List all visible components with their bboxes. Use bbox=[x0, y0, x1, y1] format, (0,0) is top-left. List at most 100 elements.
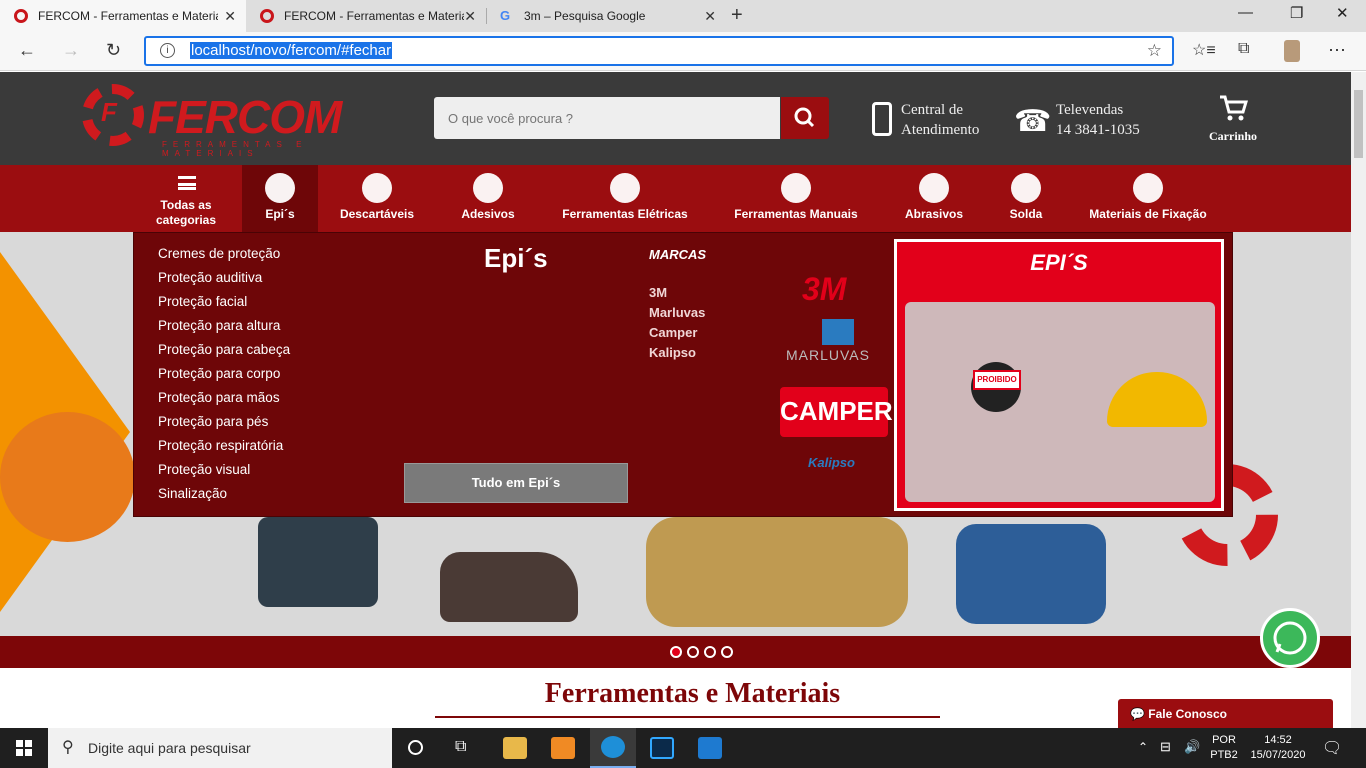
subcategory-link[interactable]: Proteção para mãos bbox=[158, 390, 280, 405]
subcategory-link[interactable]: Proteção para altura bbox=[158, 318, 280, 333]
kalipso-logo[interactable]: Kalipso bbox=[808, 455, 855, 470]
prohibited-sign: PROIBIDO bbox=[973, 370, 1021, 390]
subcategory-link[interactable]: Proteção visual bbox=[158, 462, 250, 477]
fercom-favicon-icon bbox=[14, 9, 28, 23]
brand-link[interactable]: 3M bbox=[649, 285, 667, 300]
notifications-icon[interactable]: 🗨 bbox=[1322, 738, 1342, 758]
search-icon: ⚲ bbox=[62, 739, 74, 756]
favorites-icon[interactable]: ☆≡ bbox=[1192, 40, 1216, 60]
taskbar-search[interactable]: ⚲ Digite aqui para pesquisar bbox=[48, 728, 392, 768]
profile-avatar[interactable] bbox=[1284, 40, 1300, 62]
edge-taskbar-item[interactable] bbox=[590, 728, 636, 768]
camper-logo[interactable]: CAMPER bbox=[780, 387, 893, 437]
page-scrollbar[interactable] bbox=[1351, 72, 1366, 728]
category-adesivos[interactable]: Adesivos bbox=[450, 165, 526, 232]
tab-title: FERCOM - Ferramentas e Materiais bbox=[38, 9, 218, 23]
volume-icon[interactable]: 🔊 bbox=[1184, 739, 1200, 755]
subcategory-link[interactable]: Proteção para pés bbox=[158, 414, 268, 429]
category-ferramentas-manuais[interactable]: Ferramentas Manuais bbox=[728, 165, 864, 232]
worker-legs-image bbox=[258, 517, 378, 607]
forward-icon[interactable]: → bbox=[62, 40, 80, 61]
back-icon[interactable]: ← bbox=[18, 40, 36, 61]
whatsapp-button[interactable] bbox=[1260, 608, 1320, 668]
vscode-icon[interactable] bbox=[698, 737, 722, 759]
tool-kit-image bbox=[646, 517, 908, 627]
all-categories-button[interactable]: Todas as categorias bbox=[150, 165, 222, 232]
minimize-icon[interactable]: — bbox=[1238, 4, 1253, 21]
new-tab-icon[interactable]: + bbox=[731, 4, 743, 27]
all-epis-button[interactable]: Tudo em Epi´s bbox=[404, 463, 628, 503]
tray-up-icon[interactable]: ⌃ bbox=[1138, 740, 1148, 754]
xampp-icon[interactable] bbox=[551, 737, 575, 759]
category-ferramentas-eletricas[interactable]: Ferramentas Elétricas bbox=[555, 165, 695, 232]
network-icon[interactable]: ⊟ bbox=[1160, 739, 1171, 755]
refresh-icon[interactable]: ↻ bbox=[106, 40, 121, 61]
tab-google[interactable]: G 3m – Pesquisa Google ✕ bbox=[486, 0, 726, 32]
epis-promo-image[interactable]: EPI´S PROIBIDO bbox=[894, 239, 1224, 511]
clock[interactable]: 14:52 15/07/2020 bbox=[1244, 733, 1312, 763]
subcategory-link[interactable]: Proteção respiratória bbox=[158, 438, 283, 453]
gear-logo-icon: F bbox=[82, 84, 144, 146]
category-descartaveis[interactable]: Descartáveis bbox=[330, 165, 424, 232]
fercom-logo[interactable]: F FERCOM FERRAMENTAS E MATERIAIS bbox=[82, 82, 402, 158]
address-bar[interactable]: i localhost/novo/fercom/#fechar ☆ bbox=[144, 36, 1174, 66]
brand-link[interactable]: Kalipso bbox=[649, 345, 696, 360]
close-tab-icon[interactable]: ✕ bbox=[704, 8, 716, 25]
subcategory-link[interactable]: Proteção para cabeça bbox=[158, 342, 290, 357]
subcategory-link[interactable]: Proteção facial bbox=[158, 294, 247, 309]
scrollbar-thumb[interactable] bbox=[1354, 90, 1363, 158]
welding-icon bbox=[1011, 173, 1041, 203]
cart-label: Carrinho bbox=[1209, 129, 1257, 143]
file-explorer-icon[interactable] bbox=[503, 737, 527, 759]
address-url[interactable]: localhost/novo/fercom/#fechar bbox=[190, 42, 393, 59]
category-solda[interactable]: Solda bbox=[996, 165, 1056, 232]
subcategory-link[interactable]: Proteção auditiva bbox=[158, 270, 262, 285]
logo-subtitle: FERRAMENTAS E MATERIAIS bbox=[162, 140, 308, 158]
cart-link[interactable]: Carrinho bbox=[1208, 94, 1258, 144]
category-abrasivos[interactable]: Abrasivos bbox=[896, 165, 972, 232]
marluvas-logo[interactable]: MARLUVAS bbox=[786, 347, 870, 363]
brand-link[interactable]: Marluvas bbox=[649, 305, 705, 320]
menu-icon bbox=[178, 176, 196, 190]
tab-fercom-1[interactable]: FERCOM - Ferramentas e Materiais ✕ bbox=[0, 0, 246, 32]
windows-taskbar: ⚲ Digite aqui para pesquisar ⧉ ⌃ ⊟ 🔊 POR… bbox=[0, 728, 1366, 768]
info-icon[interactable]: i bbox=[160, 43, 175, 58]
language-indicator[interactable]: POR PTB2 bbox=[1206, 733, 1242, 763]
category-epis[interactable]: Epi´s bbox=[242, 165, 318, 232]
mask-icon bbox=[362, 173, 392, 203]
carousel-dot[interactable] bbox=[670, 646, 682, 658]
dropdown-title: Epi´s bbox=[484, 243, 548, 273]
category-bar: Todas as categorias Epi´s Descartáveis A… bbox=[0, 165, 1351, 232]
section-title-underline bbox=[435, 716, 940, 718]
cortana-icon[interactable] bbox=[408, 740, 423, 755]
subcategory-link[interactable]: Sinalização bbox=[158, 486, 227, 501]
photoshop-icon[interactable] bbox=[650, 737, 674, 759]
taskbar-search-placeholder: Digite aqui para pesquisar bbox=[88, 740, 251, 756]
close-tab-icon[interactable]: ✕ bbox=[464, 8, 476, 25]
tab-fercom-2[interactable]: FERCOM - Ferramentas e Materiais ✕ bbox=[246, 0, 486, 32]
carousel-dot[interactable] bbox=[721, 646, 733, 658]
carousel-dot[interactable] bbox=[687, 646, 699, 658]
brand-link[interactable]: Camper bbox=[649, 325, 697, 340]
search-button[interactable] bbox=[781, 97, 829, 139]
promo-title: EPI´S bbox=[1030, 250, 1088, 275]
epis-dropdown-menu: Cremes de proteção Proteção auditiva Pro… bbox=[133, 232, 1233, 517]
central-atendimento[interactable]: Central de Atendimento bbox=[901, 100, 979, 140]
search-input[interactable] bbox=[434, 97, 780, 139]
subcategory-link[interactable]: Cremes de proteção bbox=[158, 246, 280, 261]
close-tab-icon[interactable]: ✕ bbox=[224, 8, 236, 25]
central-line2: Atendimento bbox=[901, 122, 980, 138]
contact-button[interactable]: 💬 Fale Conosco bbox=[1118, 699, 1333, 728]
restore-icon[interactable]: ❐ bbox=[1290, 4, 1303, 22]
televendas[interactable]: Televendas 14 3841-1035 bbox=[1056, 100, 1140, 140]
collections-icon[interactable]: ⧉ bbox=[1238, 40, 1249, 58]
subcategory-link[interactable]: Proteção para corpo bbox=[158, 366, 280, 381]
favorite-star-icon[interactable]: ☆ bbox=[1147, 41, 1162, 61]
close-window-icon[interactable]: ✕ bbox=[1336, 4, 1349, 22]
3m-logo[interactable]: 3M bbox=[802, 271, 846, 308]
carousel-dot[interactable] bbox=[704, 646, 716, 658]
windows-start-icon[interactable] bbox=[16, 740, 32, 756]
category-materiais-fixacao[interactable]: Materiais de Fixação bbox=[1082, 165, 1214, 232]
task-view-icon[interactable]: ⧉ bbox=[455, 738, 466, 756]
more-menu-icon[interactable]: ⋯ bbox=[1328, 40, 1346, 61]
